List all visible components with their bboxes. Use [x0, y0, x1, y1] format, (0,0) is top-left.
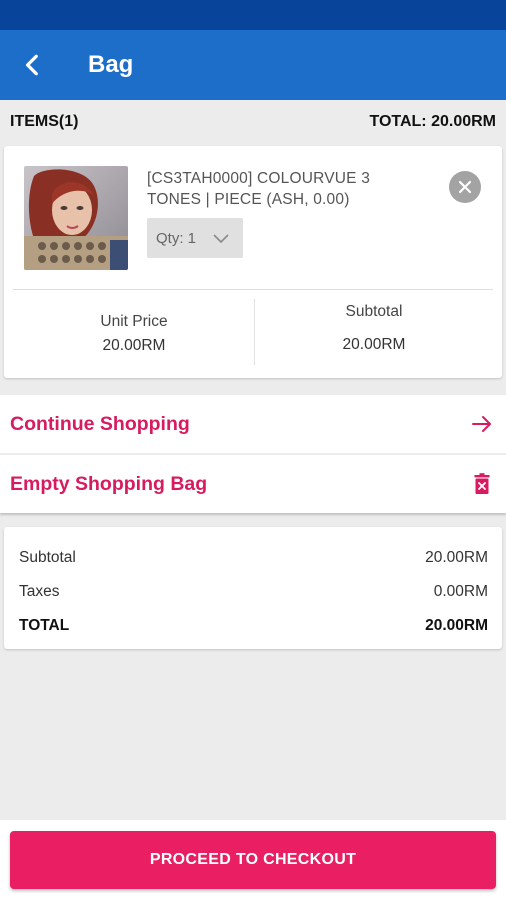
chevron-down-icon [213, 234, 229, 244]
quantity-select[interactable]: Qty: 1 [147, 218, 243, 258]
unit-price-label: Unit Price [100, 313, 168, 330]
product-thumbnail[interactable] [24, 166, 128, 270]
taxes-label: Taxes [19, 583, 60, 600]
items-count: ITEMS(1) [10, 113, 79, 130]
status-bar [0, 0, 506, 30]
product-image [24, 166, 128, 270]
app-bar: Bag [0, 30, 506, 100]
proceed-to-checkout-button[interactable]: PROCEED TO CHECKOUT [10, 831, 496, 889]
quantity-value: Qty: 1 [156, 229, 197, 247]
bag-total: TOTAL: 20.00RM [369, 113, 496, 130]
item-subtotal: Subtotal 20.00RM [254, 296, 494, 366]
subtotal-value: 20.00RM [425, 549, 488, 566]
continue-shopping-button[interactable]: Continue Shopping [0, 395, 506, 453]
trash-icon [474, 473, 490, 494]
close-icon [458, 180, 472, 194]
unit-price: Unit Price 20.00RM [14, 296, 254, 366]
total-row: TOTAL 20.00RM [19, 609, 488, 643]
taxes-row: Taxes 0.00RM [19, 575, 488, 609]
total-value: 20.00RM [425, 617, 488, 634]
item-subtotal-label: Subtotal [345, 303, 403, 320]
page-title: Bag [88, 51, 134, 78]
order-totals: Subtotal 20.00RM Taxes 0.00RM TOTAL 20.0… [4, 527, 502, 649]
continue-shopping-label: Continue Shopping [10, 412, 190, 435]
total-label: TOTAL [19, 617, 70, 634]
subtotal-label: Subtotal [19, 549, 76, 566]
remove-item-button[interactable] [449, 171, 481, 203]
taxes-value: 0.00RM [433, 583, 488, 600]
arrow-right-icon [472, 416, 491, 432]
product-name: [CS3TAH0000] COLOURVUE 3 TONES | PIECE (… [147, 170, 371, 208]
item-subtotal-value: 20.00RM [342, 336, 406, 353]
subtotal-row: Subtotal 20.00RM [19, 541, 488, 575]
empty-bag-label: Empty Shopping Bag [10, 472, 208, 495]
bag-summary: ITEMS(1) TOTAL: 20.00RM [0, 100, 506, 144]
unit-price-value: 20.00RM [102, 337, 166, 354]
cart-item-card: [CS3TAH0000] COLOURVUE 3 TONES | PIECE (… [4, 146, 502, 378]
chevron-left-icon [25, 54, 38, 76]
back-button[interactable] [0, 30, 68, 100]
divider [13, 289, 493, 290]
empty-bag-button[interactable]: Empty Shopping Bag [0, 455, 506, 513]
